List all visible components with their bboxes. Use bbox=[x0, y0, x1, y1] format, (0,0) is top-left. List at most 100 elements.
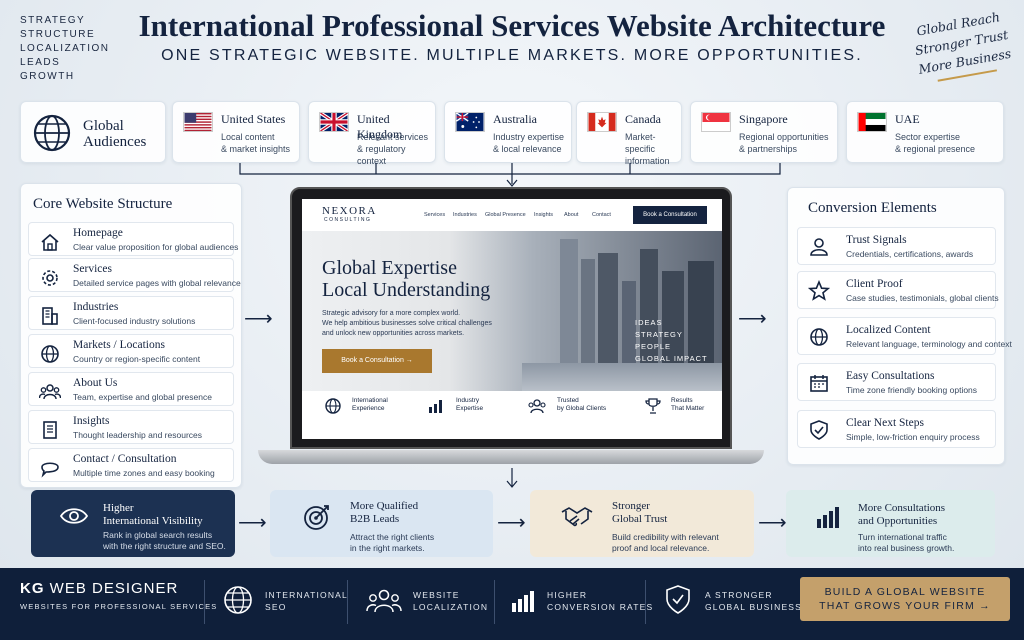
outcome-desc: Turn international traffic bbox=[858, 532, 947, 542]
nav-link[interactable]: Contact bbox=[592, 212, 611, 218]
overlay-word: PEOPLE bbox=[635, 342, 672, 351]
conversion-item-desc: Time zone friendly booking options bbox=[846, 385, 978, 395]
overlay-word: GLOBAL IMPACT bbox=[635, 354, 708, 363]
bar-chart-icon bbox=[512, 591, 534, 612]
cta-button[interactable]: BUILD A GLOBAL WEBSITE THAT GROWS YOUR F… bbox=[800, 577, 1010, 621]
nav-book-button[interactable]: Book a Consultation bbox=[633, 206, 707, 224]
core-item-title: About Us bbox=[73, 377, 118, 389]
footer-item: A Stronger Global Business bbox=[705, 589, 802, 613]
conversion-item-localized: Localized Content Relevant language, ter… bbox=[797, 317, 1012, 355]
shield-check-icon bbox=[810, 420, 828, 440]
conversion-item-title: Clear Next Steps bbox=[846, 417, 924, 429]
core-item-title: Contact / Consultation bbox=[73, 453, 177, 465]
conversion-item-desc: Relevant language, terminology and conte… bbox=[846, 339, 1012, 349]
core-item-desc: Multiple time zones and easy booking bbox=[73, 468, 215, 478]
conversion-item-desc: Simple, low-friction enquiry process bbox=[846, 432, 980, 442]
outcome-title: More Qualified bbox=[350, 500, 419, 512]
nav-link[interactable]: Industries bbox=[453, 212, 477, 218]
hero-title-line: Global Expertise bbox=[322, 257, 457, 279]
outcome-title: Higher bbox=[103, 502, 134, 514]
core-item-desc: Clear value proposition for global audie… bbox=[73, 242, 239, 252]
water bbox=[522, 363, 722, 391]
outcome-visibility: Higher International Visibility Rank in g… bbox=[31, 490, 235, 557]
feature-label: International Experience bbox=[352, 397, 388, 413]
outcome-trust: Stronger Global Trust Build credibility w… bbox=[530, 490, 754, 557]
star-icon bbox=[808, 280, 830, 301]
footer-item: Website Localization bbox=[413, 589, 488, 613]
footer-item-line: International bbox=[265, 590, 348, 600]
core-item-homepage: Homepage Clear value proposition for glo… bbox=[28, 222, 238, 256]
cta-line: THAT GROWS YOUR FIRM → bbox=[819, 600, 991, 612]
team-icon bbox=[39, 384, 61, 400]
footer-brand-kg: KG bbox=[20, 580, 45, 597]
core-item-services: Services Detailed service pages with glo… bbox=[28, 258, 241, 292]
hero-book-button[interactable]: Book a Consultation → bbox=[322, 349, 432, 373]
skyline-building bbox=[622, 281, 636, 363]
footer-item-line: Conversion Rates bbox=[547, 602, 654, 612]
outcome-leads: More Qualified B2B Leads Attract the righ… bbox=[270, 490, 493, 557]
core-item-title: Services bbox=[73, 263, 112, 275]
skyline-building bbox=[560, 239, 578, 363]
footer-item-line: SEO bbox=[265, 602, 287, 612]
skyline-building bbox=[581, 259, 595, 363]
nav-link[interactable]: Services bbox=[424, 212, 445, 218]
hero-text-line: We help ambitious businesses solve criti… bbox=[322, 320, 492, 327]
outcome-title: More Consultations bbox=[858, 502, 946, 514]
core-item-desc: Team, expertise and global presence bbox=[73, 392, 212, 402]
site-brand: NEXORA bbox=[322, 205, 377, 217]
site-brand-sub: CONSULTING bbox=[324, 217, 372, 223]
home-icon bbox=[41, 233, 59, 251]
cta-line: BUILD A GLOBAL WEBSITE bbox=[824, 586, 986, 598]
core-item-title: Homepage bbox=[73, 227, 123, 239]
conversion-item-desc: Case studies, testimonials, global clien… bbox=[846, 293, 999, 303]
arrow-right-icon: ⟶ bbox=[758, 512, 787, 534]
footer-divider bbox=[347, 580, 348, 624]
core-item-desc: Thought leadership and resources bbox=[73, 430, 202, 440]
footer-item: International SEO bbox=[265, 589, 348, 613]
core-item-desc: Country or region-specific content bbox=[73, 354, 201, 364]
feature-line: Results bbox=[671, 397, 693, 404]
nav-link[interactable]: Global Presence bbox=[485, 212, 526, 218]
feature-label: Results That Matter bbox=[671, 397, 704, 413]
footer-item-line: Website bbox=[413, 590, 460, 600]
feature-line: That Matter bbox=[671, 405, 705, 412]
outcome-consultations: More Consultations and Opportunities Turn… bbox=[786, 490, 995, 557]
eye-icon bbox=[59, 508, 89, 524]
conversion-item-title: Localized Content bbox=[846, 324, 931, 336]
feature-label: Industry Expertise bbox=[456, 397, 483, 413]
outcome-desc: Attract the right clients bbox=[350, 532, 435, 542]
conversion-item-desc: Credentials, certifications, awards bbox=[846, 249, 974, 259]
hero-text: Strategic advisory for a more complex wo… bbox=[322, 309, 492, 339]
feature-line: Expertise bbox=[456, 405, 484, 412]
core-item-desc: Detailed service pages with global relev… bbox=[73, 278, 241, 288]
website-screen: NEXORA CONSULTING Services Industries Gl… bbox=[302, 199, 722, 439]
trophy-icon bbox=[645, 398, 661, 414]
nav-link[interactable]: About bbox=[564, 212, 578, 218]
hero-text-line: and unlock new opportunities across mark… bbox=[322, 330, 465, 337]
footer-item-line: Localization bbox=[413, 602, 489, 612]
bar-chart-icon bbox=[429, 400, 442, 413]
outcome-desc: Build credibility with relevant bbox=[612, 532, 719, 542]
footer-divider bbox=[645, 580, 646, 624]
skyline-building bbox=[598, 253, 618, 363]
arrow-right-icon: ⟶ bbox=[244, 308, 273, 330]
building-icon bbox=[42, 307, 58, 325]
conversion-item-title: Easy Consultations bbox=[846, 370, 935, 382]
core-item-about: About Us Team, expertise and global pres… bbox=[28, 372, 234, 406]
outcome-title: International Visibility bbox=[103, 515, 203, 527]
core-item-desc: Client-focused industry solutions bbox=[73, 316, 196, 326]
conversion-item-next-steps: Clear Next Steps Simple, low-friction en… bbox=[797, 410, 996, 448]
conversion-item-proof: Client Proof Case studies, testimonials,… bbox=[797, 271, 999, 309]
footer-item: Higher Conversion Rates bbox=[547, 589, 653, 613]
team-icon bbox=[528, 399, 546, 414]
nav-link[interactable]: Insights bbox=[534, 212, 553, 218]
conversion-item-title: Client Proof bbox=[846, 278, 903, 290]
footer-brand: KG WEB DESIGNER bbox=[20, 580, 178, 597]
core-item-markets: Markets / Locations Country or region-sp… bbox=[28, 334, 234, 368]
core-item-insights: Insights Thought leadership and resource… bbox=[28, 410, 234, 444]
document-icon bbox=[43, 421, 57, 439]
overlay-word: STRATEGY bbox=[635, 330, 683, 339]
core-item-industries: Industries Client-focused industry solut… bbox=[28, 296, 234, 330]
core-item-title: Markets / Locations bbox=[73, 339, 165, 351]
outcome-desc: Rank in global search results bbox=[103, 530, 213, 540]
